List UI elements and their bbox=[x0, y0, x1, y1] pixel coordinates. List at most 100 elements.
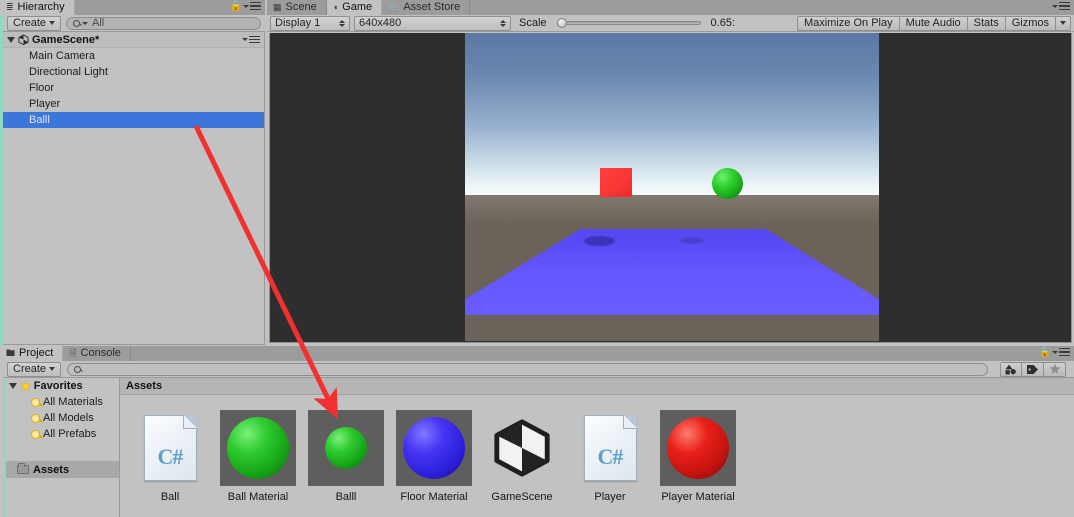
hierarchy-panel: ≣ Hierarchy 🔒 Create All GameScene* Main… bbox=[0, 0, 265, 345]
tab-hierarchy[interactable]: ≣ Hierarchy bbox=[0, 0, 75, 15]
prefab-preview-icon bbox=[308, 410, 384, 486]
chevron-down-icon[interactable] bbox=[9, 383, 17, 389]
favorite-star-icon[interactable] bbox=[1044, 361, 1066, 377]
csharp-script-icon: C# bbox=[572, 410, 648, 486]
hierarchy-item-directional-light[interactable]: Directional Light bbox=[3, 64, 264, 80]
hierarchy-tree[interactable]: GameScene* Main Camera Directional Light… bbox=[3, 32, 265, 345]
red-cube-object bbox=[600, 168, 632, 197]
project-create-label: Create bbox=[13, 363, 47, 375]
asset-label: Player Material bbox=[661, 491, 735, 503]
folder-icon: 🖿 bbox=[6, 348, 16, 358]
hierarchy-item-main-camera[interactable]: Main Camera bbox=[3, 48, 264, 64]
gizmos-dropdown-button[interactable] bbox=[1056, 15, 1071, 31]
resolution-dropdown[interactable]: 640x480 bbox=[354, 15, 511, 31]
hierarchy-item-label: Player bbox=[29, 98, 61, 110]
game-view-stage[interactable] bbox=[269, 33, 1072, 343]
tab-game[interactable]: ◖ Game bbox=[326, 0, 383, 15]
project-options-menu[interactable] bbox=[1052, 348, 1070, 356]
game-tabstrip: ▦ Scene ◖ Game 🛒 Asset Store bbox=[267, 0, 1074, 15]
search-icon bbox=[74, 365, 82, 373]
hierarchy-search-value: All bbox=[92, 17, 105, 29]
menu-icon bbox=[250, 2, 261, 10]
tab-asset-store[interactable]: 🛒 Asset Store bbox=[382, 0, 471, 15]
stats-button[interactable]: Stats bbox=[967, 15, 1006, 31]
folder-item-label: Assets bbox=[33, 463, 70, 476]
asset-label: Ball bbox=[160, 491, 180, 503]
store-icon: 🛒 bbox=[388, 2, 400, 12]
asset-item-gamescene[interactable]: GameScene bbox=[478, 410, 566, 517]
project-panel: 🖿 Project 🗎 Console 🔒 Create ★ Favorites… bbox=[0, 346, 1074, 517]
lock-icon[interactable]: 🔒 bbox=[1039, 347, 1051, 358]
favorites-row[interactable]: ★ Favorites bbox=[3, 378, 119, 394]
display-dropdown[interactable]: Display 1 bbox=[270, 15, 350, 31]
scale-slider[interactable] bbox=[551, 16, 701, 31]
chevron-down-icon bbox=[1060, 21, 1066, 25]
menu-icon bbox=[249, 35, 260, 44]
menu-icon bbox=[1059, 348, 1070, 356]
mute-audio-label: Mute Audio bbox=[905, 17, 961, 29]
hierarchy-search-input[interactable]: All bbox=[66, 16, 261, 30]
hierarchy-toolbar: Create All bbox=[3, 15, 265, 32]
type-filter-icon[interactable] bbox=[1000, 361, 1022, 377]
assets-breadcrumb[interactable]: Assets bbox=[120, 378, 1074, 395]
project-search-input[interactable] bbox=[67, 362, 988, 376]
tab-scene[interactable]: ▦ Scene bbox=[267, 0, 327, 15]
favorite-label: All Models bbox=[43, 412, 94, 424]
green-sphere-object bbox=[712, 168, 743, 199]
chevron-down-icon bbox=[1052, 4, 1058, 8]
hierarchy-item-label: Main Camera bbox=[29, 50, 96, 62]
game-toolbar: Display 1 640x480 Scale 0.65: Maximize O… bbox=[267, 15, 1074, 32]
star-icon: ★ bbox=[20, 379, 31, 393]
maximize-on-play-button[interactable]: Maximize On Play bbox=[796, 15, 900, 31]
tab-project[interactable]: 🖿 Project bbox=[0, 346, 64, 361]
favorite-all-prefabs[interactable]: All Prefabs bbox=[3, 426, 119, 442]
chevron-updown-icon bbox=[500, 19, 506, 27]
asset-item-player-material[interactable]: Player Material bbox=[654, 410, 742, 517]
favorite-all-materials[interactable]: All Materials bbox=[3, 394, 119, 410]
tab-console-label: Console bbox=[80, 347, 121, 359]
hierarchy-scene-row[interactable]: GameScene* bbox=[3, 32, 264, 48]
tab-hierarchy-label: Hierarchy bbox=[17, 1, 65, 13]
hierarchy-item-balll[interactable]: Balll bbox=[3, 112, 264, 128]
asset-item-ball-script[interactable]: C# Ball bbox=[126, 410, 214, 517]
favorites-label: Favorites bbox=[33, 380, 83, 392]
asset-item-balll[interactable]: Balll bbox=[302, 410, 390, 517]
hierarchy-create-button[interactable]: Create bbox=[7, 15, 62, 31]
project-folder-tree[interactable]: ★ Favorites All Materials All Models All… bbox=[3, 378, 120, 517]
resolution-dropdown-label: 640x480 bbox=[359, 17, 402, 29]
asset-label: Floor Material bbox=[400, 491, 468, 503]
tab-console[interactable]: 🗎 Console bbox=[63, 346, 131, 361]
asset-item-player-script[interactable]: C# Player bbox=[566, 410, 654, 517]
folder-icon bbox=[17, 463, 29, 474]
game-options-menu[interactable] bbox=[1052, 2, 1070, 10]
tab-game-label: Game bbox=[342, 1, 373, 13]
hierarchy-item-floor[interactable]: Floor bbox=[3, 80, 264, 96]
label-filter-icon[interactable] bbox=[1022, 361, 1044, 377]
hierarchy-tabstrip: ≣ Hierarchy bbox=[0, 0, 265, 15]
scale-slider-knob[interactable] bbox=[557, 18, 568, 28]
project-asset-browser: Assets C# Ball Ball Material Balll Floor… bbox=[120, 378, 1074, 517]
asset-item-ball-material[interactable]: Ball Material bbox=[214, 410, 302, 517]
asset-item-floor-material[interactable]: Floor Material bbox=[390, 410, 478, 517]
chevron-down-icon[interactable] bbox=[7, 36, 15, 43]
hierarchy-options-menu[interactable] bbox=[243, 2, 261, 10]
game-view-render[interactable] bbox=[465, 33, 879, 341]
cube-shadow bbox=[584, 236, 615, 246]
scene-context-menu[interactable] bbox=[242, 35, 260, 44]
gizmos-label: Gizmos bbox=[1011, 17, 1049, 29]
hierarchy-create-label: Create bbox=[13, 17, 47, 29]
mute-audio-button[interactable]: Mute Audio bbox=[899, 15, 968, 31]
folder-item-assets[interactable]: Assets bbox=[3, 461, 119, 478]
favorite-all-models[interactable]: All Models bbox=[3, 410, 119, 426]
chevron-down-icon bbox=[1052, 350, 1058, 354]
search-icon bbox=[73, 19, 81, 27]
hierarchy-scene-name: GameScene* bbox=[32, 33, 100, 46]
tab-scene-label: Scene bbox=[285, 1, 317, 13]
assets-grid: C# Ball Ball Material Balll Floor Materi… bbox=[120, 395, 1074, 517]
scale-slider-track bbox=[559, 21, 701, 25]
lock-icon[interactable]: 🔒 bbox=[230, 1, 242, 12]
grid-icon: ▦ bbox=[273, 2, 282, 12]
hierarchy-item-player[interactable]: Player bbox=[3, 96, 264, 112]
gizmos-button[interactable]: Gizmos bbox=[1005, 15, 1056, 31]
project-create-button[interactable]: Create bbox=[7, 361, 62, 377]
